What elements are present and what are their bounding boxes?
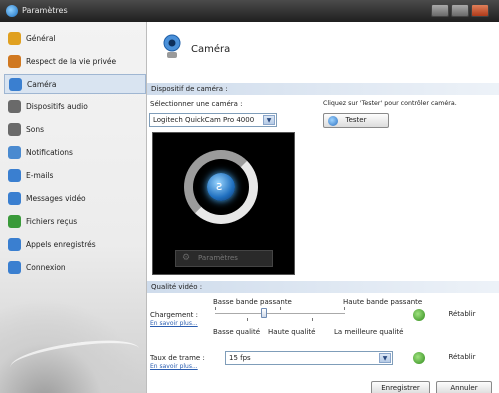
framerate-select-value: 15 fps <box>229 354 251 362</box>
window-title: Paramètres <box>22 6 68 15</box>
save-button[interactable]: Enregistrer <box>371 381 430 393</box>
privacy-icon <box>8 55 21 68</box>
slider-tick <box>247 318 248 321</box>
sidebar-item-label: Notifications <box>26 148 73 157</box>
sidebar-item-connection[interactable]: Connexion <box>4 258 146 278</box>
high-quality-label: Haute qualité <box>268 328 316 336</box>
quality-section-header: Qualité vidéo : <box>147 281 499 293</box>
camera-icon <box>9 78 22 91</box>
sidebar-item-label: Sons <box>26 125 45 134</box>
notifications-icon <box>8 146 21 159</box>
framerate-reset-icon[interactable] <box>413 352 425 364</box>
slider-tick <box>312 318 313 321</box>
sidebar-item-privacy[interactable]: Respect de la vie privée <box>4 52 146 72</box>
general-icon <box>8 32 21 45</box>
sidebar-item-audio-devices[interactable]: Dispositifs audio <box>4 97 146 117</box>
best-quality-label: La meilleure qualité <box>334 328 404 336</box>
sidebar-item-video-messages[interactable]: Messages vidéo <box>4 189 146 209</box>
sidebar-item-label: Appels enregistrés <box>26 240 96 249</box>
video-message-icon <box>8 192 21 205</box>
sidebar-item-notifications[interactable]: Notifications <box>4 143 146 163</box>
sidebar-item-camera[interactable]: Caméra <box>4 74 146 94</box>
sidebar-item-label: Respect de la vie privée <box>26 57 117 66</box>
connection-icon <box>8 261 21 274</box>
sidebar-item-general[interactable]: Général <box>4 29 146 49</box>
low-bandwidth-label: Basse bande passante <box>213 298 292 306</box>
gear-icon: ⚙ <box>182 253 191 263</box>
reset-quality-button[interactable]: Rétablir <box>432 307 492 322</box>
maximize-button[interactable] <box>451 4 469 17</box>
reset-icon[interactable] <box>413 309 425 321</box>
camera-select[interactable]: Logitech QuickCam Pro 4000 ▼ <box>149 113 277 127</box>
high-bandwidth-label: Haute bande passante <box>343 298 423 306</box>
sidebar-item-label: Connexion <box>26 263 66 272</box>
low-quality-label: Basse qualité <box>213 328 261 336</box>
slider-tick <box>280 307 281 310</box>
sidebar-item-label: Caméra <box>27 80 57 89</box>
device-section-header: Dispositif de caméra : <box>147 83 499 95</box>
framerate-label: Taux de trame : <box>150 354 205 362</box>
chevron-down-icon: ▼ <box>379 353 391 363</box>
sounds-icon <box>8 123 21 136</box>
page-title: Caméra <box>191 44 231 55</box>
email-icon <box>8 169 21 182</box>
test-button[interactable]: Tester <box>323 113 389 128</box>
sidebar-item-label: Messages vidéo <box>26 194 86 203</box>
camera-globe-icon: ƨ <box>207 173 235 201</box>
main-panel: Caméra Dispositif de caméra : Sélectionn… <box>147 22 499 393</box>
camera-select-value: Logitech QuickCam Pro 4000 <box>153 116 255 124</box>
audio-devices-icon <box>8 100 21 113</box>
camera-preview: ƨ ⚙ Paramètres <box>152 132 295 275</box>
slider-tick <box>344 307 345 310</box>
sidebar: Général Respect de la vie privée Caméra … <box>0 22 147 393</box>
sidebar-item-label: Fichiers reçus <box>26 217 78 226</box>
sidebar-item-label: Général <box>26 34 56 43</box>
test-icon <box>328 116 338 126</box>
minimize-button[interactable] <box>431 4 449 17</box>
sidebar-item-received-files[interactable]: Fichiers reçus <box>4 212 146 232</box>
app-icon <box>6 5 18 17</box>
test-hint: Cliquez sur 'Tester' pour contrôler camé… <box>323 100 457 107</box>
camera-parameters-button[interactable]: ⚙ Paramètres <box>175 250 273 267</box>
recorded-calls-icon <box>8 238 21 251</box>
cancel-button[interactable]: Annuler <box>436 381 492 393</box>
sidebar-item-label: Dispositifs audio <box>26 102 88 111</box>
chevron-down-icon: ▼ <box>263 115 275 125</box>
sidebar-item-label: E-mails <box>26 171 54 180</box>
framerate-select[interactable]: 15 fps ▼ <box>225 351 393 365</box>
slider-tick <box>215 307 216 310</box>
sidebar-item-emails[interactable]: E-mails <box>4 166 146 186</box>
camera-page-icon <box>163 34 181 58</box>
load-label: Chargement : <box>150 311 199 319</box>
close-button[interactable] <box>471 4 489 17</box>
reset-framerate-button[interactable]: Rétablir <box>432 350 492 365</box>
framerate-learn-more-link[interactable]: En savoir plus... <box>150 363 198 370</box>
slider-thumb[interactable] <box>261 308 268 318</box>
sidebar-item-sounds[interactable]: Sons <box>4 120 146 140</box>
select-camera-label: Sélectionner une caméra : <box>150 100 243 108</box>
learn-more-link[interactable]: En savoir plus... <box>150 320 198 327</box>
slider-track[interactable] <box>215 313 345 314</box>
sidebar-item-recorded-calls[interactable]: Appels enregistrés <box>4 235 146 255</box>
title-bar: Paramètres <box>0 0 499 22</box>
received-files-icon <box>8 215 21 228</box>
